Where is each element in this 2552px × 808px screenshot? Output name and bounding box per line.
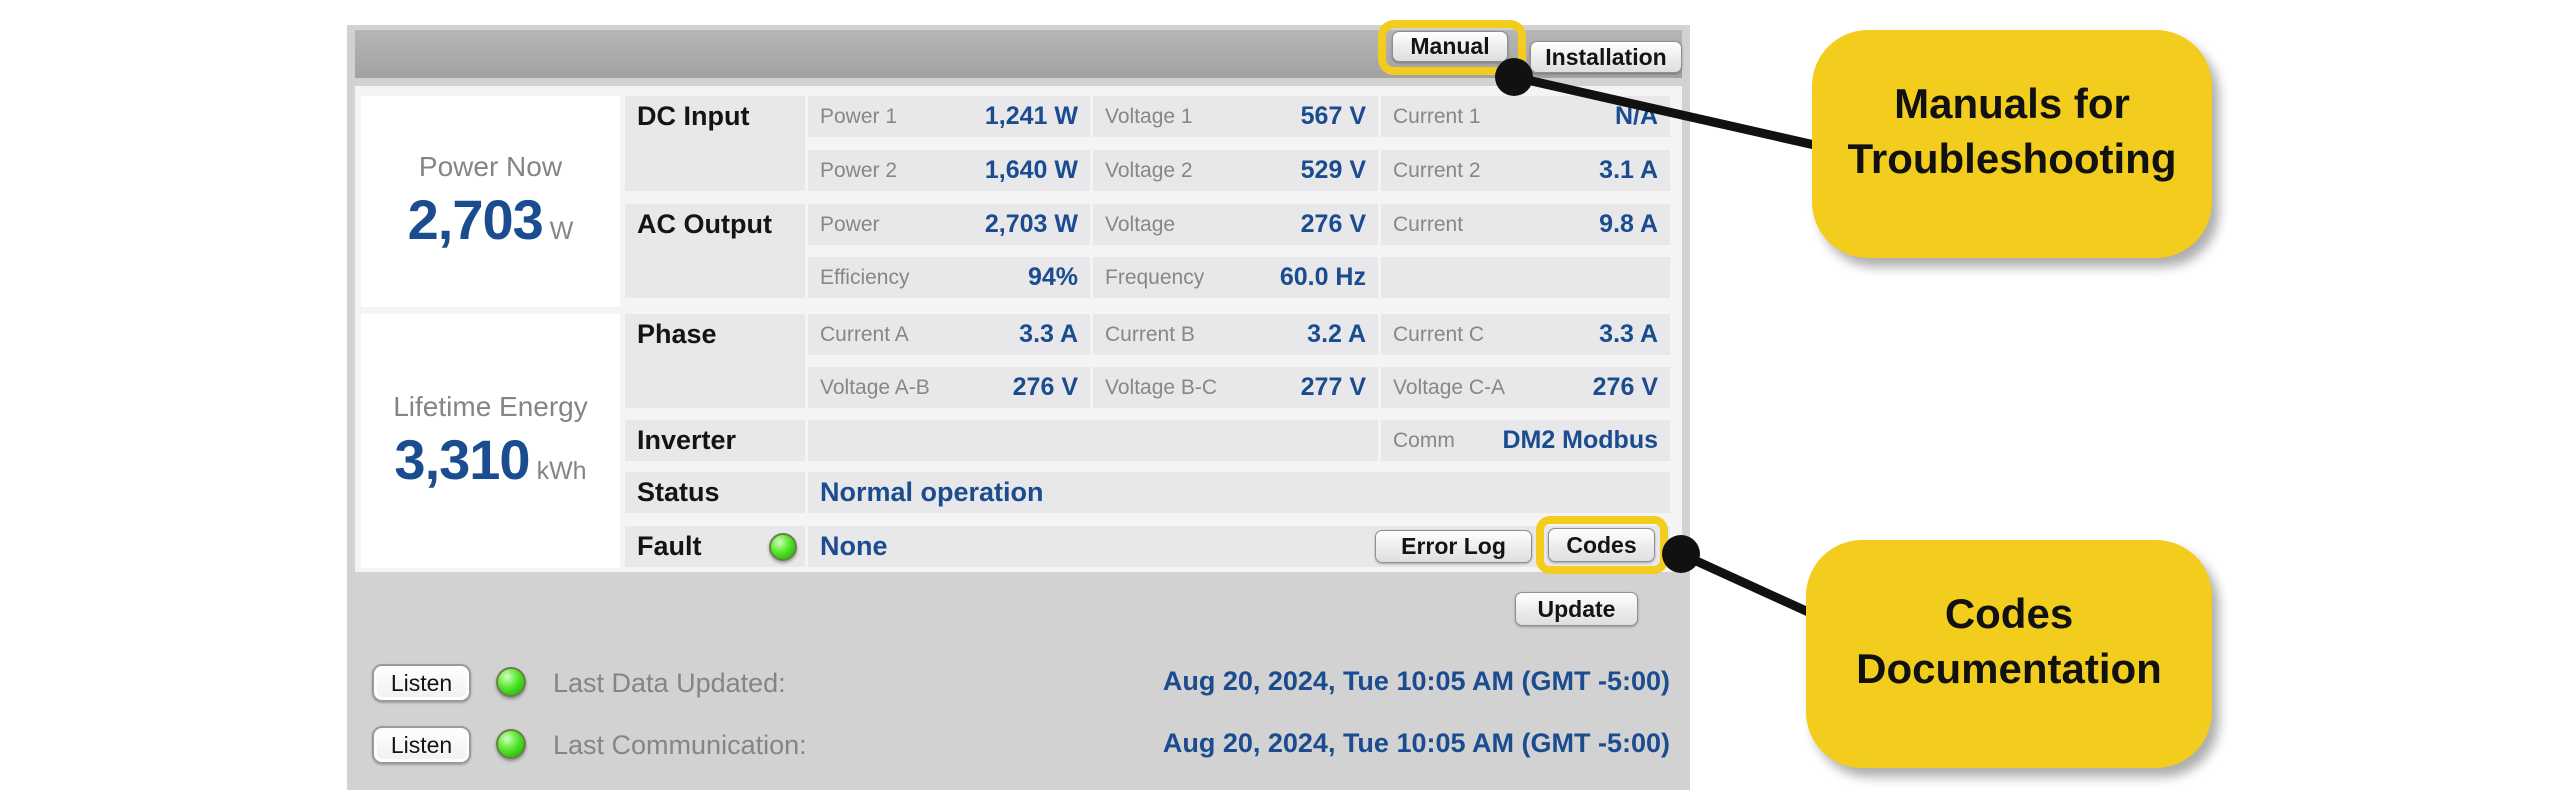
metric-value: 276 V bbox=[1592, 373, 1658, 401]
metric-cell-comm: Comm DM2 Modbus bbox=[1381, 420, 1670, 461]
metric-cell-voltage2: Voltage 2 529 V bbox=[1093, 150, 1378, 191]
section-ac-output: AC Output bbox=[625, 204, 805, 298]
metric-value: 567 V bbox=[1300, 102, 1366, 130]
section-dc-input: DC Input bbox=[625, 96, 805, 191]
manual-highlight-ring bbox=[1378, 20, 1526, 75]
metric-label: Power 2 bbox=[820, 158, 898, 182]
metric-value: 3.1 A bbox=[1599, 156, 1658, 184]
metric-label: Current 1 bbox=[1393, 104, 1481, 128]
error-log-button[interactable]: Error Log bbox=[1375, 530, 1532, 563]
section-fault-label: Fault bbox=[637, 531, 702, 561]
section-dc-input-label: DC Input bbox=[637, 101, 750, 131]
inverter-empty-cell bbox=[808, 420, 1378, 461]
metric-label: Efficiency bbox=[820, 265, 910, 289]
status-value: Normal operation bbox=[820, 477, 1044, 507]
metric-value: 529 V bbox=[1300, 156, 1366, 184]
metric-label: Current B bbox=[1105, 322, 1195, 346]
data-updated-led-icon bbox=[496, 667, 526, 697]
metric-label: Power 1 bbox=[820, 104, 898, 128]
metric-cell-current-b: Current B 3.2 A bbox=[1093, 314, 1378, 355]
metric-cell-power2: Power 2 1,640 W bbox=[808, 150, 1090, 191]
metric-value: 60.0 Hz bbox=[1279, 263, 1366, 291]
metric-cell-ac-power: Power 2,703 W bbox=[808, 204, 1090, 245]
metric-label: Current C bbox=[1393, 322, 1485, 346]
metric-value: 3.3 A bbox=[1019, 320, 1078, 348]
page: Power Now 2,703 W Lifetime Energy 3,310 … bbox=[0, 0, 2552, 808]
codes-callout: Codes Documentation bbox=[1806, 540, 2212, 768]
metric-value: 9.8 A bbox=[1599, 210, 1658, 238]
metric-cell-efficiency: Efficiency 94% bbox=[808, 257, 1090, 298]
power-now-reading: 2,703 W bbox=[408, 187, 574, 252]
metric-cell-ac-voltage: Voltage 276 V bbox=[1093, 204, 1378, 245]
power-now-box: Power Now 2,703 W bbox=[361, 96, 620, 307]
section-ac-output-label: AC Output bbox=[637, 209, 772, 239]
lifetime-energy-value: 3,310 bbox=[394, 427, 530, 491]
metric-cell-voltage-bc: Voltage B-C 277 V bbox=[1093, 367, 1378, 408]
metric-label: Current 2 bbox=[1393, 158, 1481, 182]
metric-cell-ac-current: Current 9.8 A bbox=[1381, 204, 1670, 245]
update-button[interactable]: Update bbox=[1515, 592, 1638, 626]
lifetime-energy-box: Lifetime Energy 3,310 kWh bbox=[361, 314, 620, 568]
power-now-title: Power Now bbox=[418, 151, 563, 182]
metric-label: Power bbox=[820, 212, 880, 236]
section-status-label: Status bbox=[637, 477, 720, 507]
metric-value: N/A bbox=[1614, 102, 1658, 130]
metric-label: Voltage 2 bbox=[1105, 158, 1193, 182]
last-data-updated-label: Last Data Updated: bbox=[553, 668, 786, 698]
section-inverter: Inverter bbox=[625, 420, 805, 461]
metric-value: 1,241 W bbox=[984, 102, 1078, 130]
listen-button-data[interactable]: Listen bbox=[372, 664, 471, 702]
metric-label: Voltage bbox=[1105, 212, 1176, 236]
metric-label: Current bbox=[1393, 212, 1464, 236]
fault-value: None bbox=[820, 531, 888, 561]
metric-cell-current-c: Current C 3.3 A bbox=[1381, 314, 1670, 355]
metric-value: 277 V bbox=[1300, 373, 1366, 401]
section-phase-label: Phase bbox=[637, 319, 717, 349]
section-phase: Phase bbox=[625, 314, 805, 408]
metric-value: 3.3 A bbox=[1599, 320, 1658, 348]
installation-button[interactable]: Installation bbox=[1530, 41, 1682, 73]
metric-value: 94% bbox=[1027, 263, 1078, 291]
metric-value: 1,640 W bbox=[984, 156, 1078, 184]
metric-value: DM2 Modbus bbox=[1502, 426, 1658, 454]
power-now-value: 2,703 bbox=[407, 188, 544, 251]
metric-cell-frequency: Frequency 60.0 Hz bbox=[1093, 257, 1378, 298]
codes-highlight-ring bbox=[1536, 516, 1668, 574]
last-communication-value: Aug 20, 2024, Tue 10:05 AM (GMT -5:00) bbox=[1162, 728, 1670, 758]
listen-button-comm[interactable]: Listen bbox=[372, 726, 471, 764]
metric-cell-current1: Current 1 N/A bbox=[1381, 96, 1670, 137]
metric-value: 276 V bbox=[1012, 373, 1078, 401]
metric-label: Frequency bbox=[1105, 265, 1205, 289]
lifetime-energy-title: Lifetime Energy bbox=[393, 390, 588, 422]
manual-callout: Manuals for Troubleshooting bbox=[1812, 30, 2212, 258]
metric-label: Current A bbox=[820, 322, 909, 346]
metric-label: Voltage B-C bbox=[1105, 375, 1218, 399]
last-communication-label: Last Communication: bbox=[553, 730, 807, 760]
metric-label: Voltage A-B bbox=[820, 375, 930, 399]
metric-value: 276 V bbox=[1300, 210, 1366, 238]
metric-cell-current-a: Current A 3.3 A bbox=[808, 314, 1090, 355]
lifetime-energy-reading: 3,310 kWh bbox=[394, 427, 586, 492]
fault-status-led-icon bbox=[769, 532, 797, 561]
metric-value: 3.2 A bbox=[1307, 320, 1366, 348]
metric-cell-current2: Current 2 3.1 A bbox=[1381, 150, 1670, 191]
metric-label: Comm bbox=[1393, 428, 1455, 452]
metric-cell-voltage-ab: Voltage A-B 276 V bbox=[808, 367, 1090, 408]
metric-label: Voltage 1 bbox=[1105, 104, 1193, 128]
metric-value: 2,703 W bbox=[984, 210, 1078, 238]
section-fault: Fault bbox=[625, 526, 805, 567]
metric-cell-voltage1: Voltage 1 567 V bbox=[1093, 96, 1378, 137]
communication-led-icon bbox=[496, 729, 526, 759]
section-inverter-label: Inverter bbox=[637, 425, 737, 455]
section-status: Status bbox=[625, 472, 805, 513]
last-data-updated-value: Aug 20, 2024, Tue 10:05 AM (GMT -5:00) bbox=[1162, 666, 1670, 696]
metric-label: Voltage C-A bbox=[1393, 375, 1506, 399]
lifetime-energy-unit: kWh bbox=[536, 456, 587, 485]
power-now-unit: W bbox=[549, 217, 574, 245]
status-value-cell: Normal operation bbox=[808, 472, 1670, 513]
metric-cell-empty bbox=[1381, 257, 1670, 298]
metric-cell-power1: Power 1 1,241 W bbox=[808, 96, 1090, 137]
metric-cell-voltage-ca: Voltage C-A 276 V bbox=[1381, 367, 1670, 408]
